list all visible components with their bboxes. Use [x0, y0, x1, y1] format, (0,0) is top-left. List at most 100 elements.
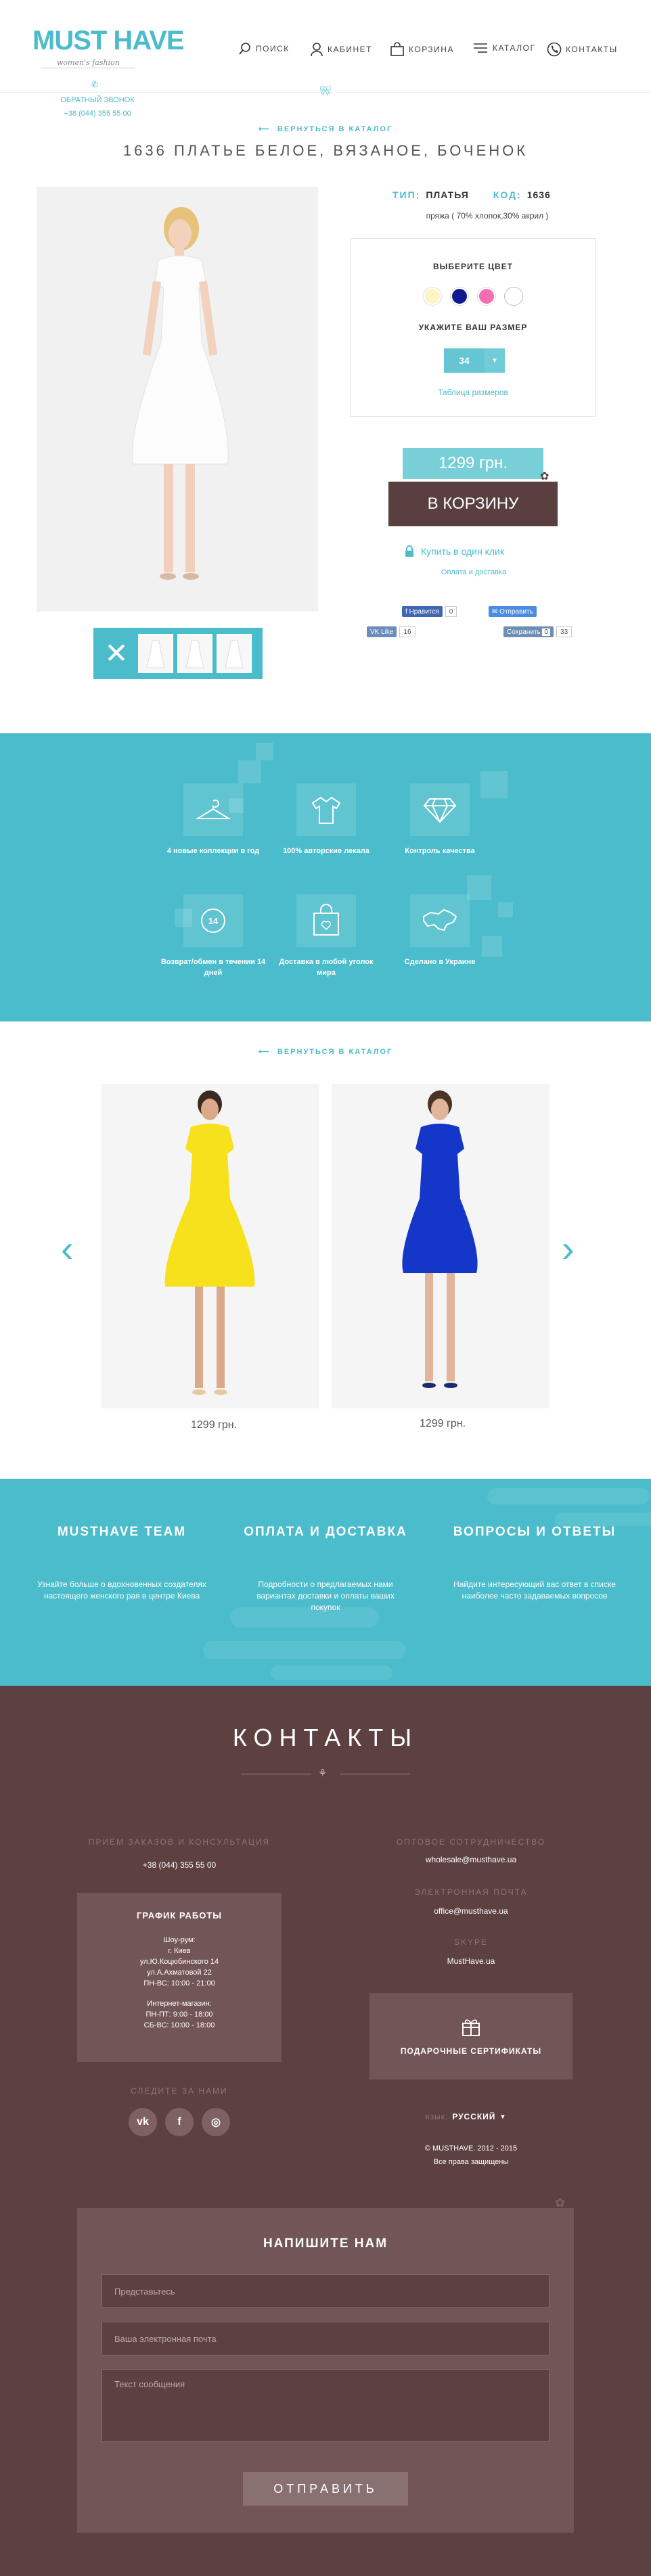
- contacts-title: КОНТАКТЫ: [232, 1724, 419, 1751]
- feature-text: 100% авторские лекала: [283, 847, 369, 855]
- menu-icon: [474, 43, 487, 53]
- color-swatch[interactable]: [478, 288, 495, 305]
- chevron-down-icon: ▼: [499, 2113, 506, 2120]
- nav-label: КОРЗИНА: [409, 45, 454, 54]
- add-to-cart-button[interactable]: В КОРЗИНУ: [388, 482, 558, 526]
- color-swatch[interactable]: [505, 288, 522, 305]
- vk-like-label: Like: [381, 628, 394, 636]
- info-title-delivery[interactable]: ОПЛАТА И ДОСТАВКА: [237, 1525, 414, 1540]
- schedule-line: СБ-ВС: 10:00 - 18:00: [143, 2021, 215, 2029]
- schedule-line: г. Киев: [168, 1947, 191, 1955]
- info-title-faq[interactable]: ВОПРОСЫ И ОТВЕТЫ: [440, 1525, 629, 1540]
- schedule-line: Шоу-рум:: [163, 1936, 196, 1944]
- save-count-inner: 0: [542, 628, 551, 636]
- save-button[interactable]: Сохранить 0: [503, 626, 554, 637]
- callback-link[interactable]: ОБРАТНЫЙ ЗВОНОК: [57, 96, 138, 104]
- wholesale-label: ОПТОВОЕ СОТРУДНИЧЕСТВО: [396, 1837, 546, 1847]
- arrow-left-icon: ⟵: [259, 125, 277, 133]
- one-click-link[interactable]: Купить в один клик: [405, 545, 504, 557]
- orders-phone[interactable]: +38 (044) 355 55 00: [77, 1860, 282, 1870]
- thumbnail[interactable]: [217, 634, 252, 673]
- product-card-blue[interactable]: [332, 1084, 549, 1408]
- schedule-line: ул.Ю.Коцюбинского 14: [139, 1958, 219, 1966]
- instagram-icon[interactable]: ◎: [202, 2108, 230, 2136]
- thumbnail[interactable]: [177, 634, 212, 673]
- name-field[interactable]: [102, 2274, 549, 2308]
- nav-contacts[interactable]: КОНТАКТЫ: [547, 42, 618, 57]
- feature-quality: Контроль качества: [386, 783, 494, 856]
- shirt-icon: [296, 783, 356, 836]
- vk-icon[interactable]: vk: [129, 2108, 157, 2136]
- vk-like-button[interactable]: VK Like: [367, 626, 397, 637]
- lock-icon: [405, 545, 413, 557]
- decor-square: [256, 743, 273, 760]
- facebook-icon[interactable]: f: [165, 2108, 194, 2136]
- product-price: 1299 грн.: [191, 1419, 238, 1431]
- color-swatch[interactable]: [451, 288, 468, 305]
- submit-button[interactable]: ОТПРАВИТЬ: [243, 2472, 408, 2506]
- type-value: ПЛАТЬЯ: [426, 189, 469, 200]
- bag-icon: [390, 42, 404, 56]
- feature-text: Возврат/обмен в течении 14 дней: [160, 958, 266, 977]
- size-table-link[interactable]: Таблица размеров: [351, 388, 595, 397]
- product-main-photo[interactable]: [37, 187, 318, 612]
- color-swatch[interactable]: [424, 288, 441, 305]
- info-text-delivery: Подробности о предлагаемых нами варианта…: [256, 1580, 395, 1612]
- contact-form: НАПИШИТЕ НАМ ОТПРАВИТЬ: [77, 2208, 574, 2533]
- nav-label: КАТАЛОГ: [493, 43, 536, 53]
- ribbon-icon: ✿: [555, 2196, 566, 2209]
- gift-label: ПОДАРОЧНЫЕ СЕРТИФИКАТЫ: [400, 2046, 542, 2056]
- nav-cart[interactable]: КОРЗИНА: [390, 42, 454, 57]
- nav-catalog[interactable]: КАТАЛОГ: [472, 42, 535, 54]
- email-label: ЭЛЕКТРОННАЯ ПОЧТА: [414, 1887, 528, 1897]
- send-widget[interactable]: ✉ Отправить: [489, 606, 537, 617]
- thumbnail-strip: ✕: [93, 628, 263, 679]
- save-widget[interactable]: Сохранить 0 33: [503, 626, 573, 637]
- feature-ukraine: Сделано в Украине: [386, 894, 494, 967]
- size-select[interactable]: 34 ▼: [444, 348, 505, 373]
- user-icon: [311, 43, 323, 57]
- schedule-line: ул.А.Ахматовой 22: [147, 1969, 212, 1977]
- logo-tagline: women's fashion: [57, 58, 120, 67]
- phone-icon: [547, 42, 562, 57]
- fb-like-button[interactable]: f Нравится: [402, 606, 443, 617]
- info-title-team[interactable]: MUSTHAVE TEAM: [34, 1525, 210, 1540]
- nav-cabinet[interactable]: КАБИНЕТ: [310, 42, 372, 57]
- language-select[interactable]: язык: РУССКИЙ ▼: [425, 2112, 506, 2121]
- product-price: 1299 грн.: [420, 1418, 466, 1429]
- schedule-title: ГРАФИК РАБОТЫ: [137, 1910, 222, 1920]
- feature-text: Контроль качества: [405, 847, 475, 855]
- product-card-yellow[interactable]: [102, 1084, 319, 1408]
- decor-square: [238, 760, 261, 783]
- back-to-catalog-link[interactable]: ⟵ ВЕРНУТЬСЯ В КАТАЛОГ: [259, 124, 392, 133]
- email-field[interactable]: [102, 2322, 549, 2355]
- schedule-box: ГРАФИК РАБОТЫ Шоу-рум: г. Киев ул.Ю.Коцю…: [77, 1893, 282, 2062]
- choose-color-heading: ВЫБЕРИТЕ ЦВЕТ: [432, 262, 514, 271]
- phone-icon: ✆: [91, 80, 99, 89]
- social-links: vk f ◎: [129, 2108, 230, 2136]
- thumbnail[interactable]: [138, 634, 173, 673]
- save-count: 33: [556, 626, 573, 637]
- back-to-catalog-link-2[interactable]: ⟵ ВЕРНУТЬСЯ В КАТАЛОГ: [259, 1047, 392, 1056]
- header-phone[interactable]: +38 (044) 355 55 00: [57, 110, 138, 118]
- arrow-left-icon: ⟵: [259, 1048, 277, 1056]
- vk-like-widget[interactable]: VK Like 16: [367, 626, 416, 637]
- carousel-next-arrow-icon[interactable]: ›: [562, 1230, 575, 1268]
- showroom-info: Шоу-рум: г. Киев ул.Ю.Коцюбинского 14 ул…: [77, 1935, 282, 2031]
- nav-label: КОНТАКТЫ: [566, 45, 618, 54]
- logo[interactable]: MUST HAVE: [32, 26, 185, 55]
- return-14-icon: 14: [183, 894, 243, 947]
- send-button[interactable]: ✉ Отправить: [489, 606, 537, 617]
- gift-certificates-button[interactable]: ПОДАРОЧНЫЕ СЕРТИФИКАТЫ: [369, 1993, 573, 2079]
- delivery-link[interactable]: Оплата и доставка: [406, 568, 541, 576]
- close-gallery-icon[interactable]: ✕: [99, 634, 134, 673]
- email-value[interactable]: office@musthave.ua: [369, 1906, 573, 1916]
- message-field[interactable]: [102, 2369, 549, 2442]
- nav-search[interactable]: ПОИСК: [238, 42, 290, 55]
- wholesale-email[interactable]: wholesale@musthave.ua: [369, 1855, 573, 1864]
- carousel-prev-arrow-icon[interactable]: ‹: [61, 1230, 74, 1268]
- nav-label: ПОИСК: [256, 44, 290, 53]
- skype-value[interactable]: MustHave.ua: [369, 1956, 573, 1966]
- size-value: 34: [444, 348, 485, 373]
- fb-like-widget[interactable]: f Нравится 0: [402, 606, 457, 617]
